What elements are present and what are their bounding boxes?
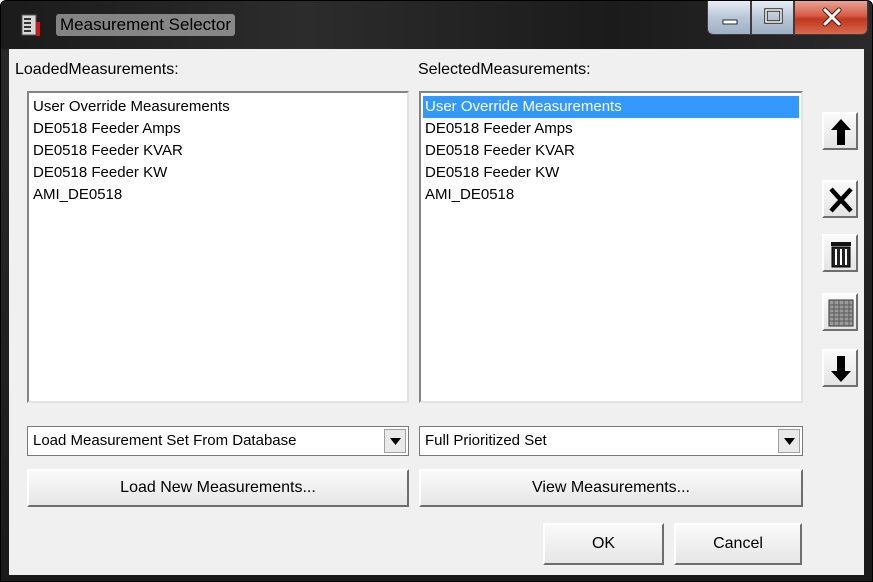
- title-bar[interactable]: Measurement Selector: [1, 1, 872, 49]
- remove-button[interactable]: [822, 180, 858, 218]
- dropdown-arrow-button[interactable]: [778, 429, 800, 453]
- loaded-measurements-label: LoadedMeasurements:: [15, 61, 179, 78]
- dropdown-arrow-button[interactable]: [384, 429, 406, 453]
- minimize-icon: [722, 19, 738, 25]
- selected-measurements-list[interactable]: User Override Measurements DE0518 Feeder …: [419, 91, 803, 403]
- chevron-down-icon: [784, 438, 795, 445]
- measurement-set-dropdown[interactable]: Full Prioritized Set: [419, 426, 803, 456]
- maximize-button[interactable]: [751, 1, 794, 35]
- list-item[interactable]: User Override Measurements: [31, 96, 405, 118]
- loaded-measurements-list[interactable]: User Override Measurements DE0518 Feeder …: [27, 91, 409, 403]
- load-source-value: Load Measurement Set From Database: [33, 432, 297, 449]
- load-new-measurements-button[interactable]: Load New Measurements...: [27, 469, 409, 507]
- view-measurements-button[interactable]: View Measurements...: [419, 469, 803, 507]
- ok-button[interactable]: OK: [543, 523, 664, 565]
- list-item[interactable]: DE0518 Feeder Amps: [31, 118, 405, 140]
- measurement-set-value: Full Prioritized Set: [425, 432, 547, 449]
- measurement-app-icon[interactable]: [21, 14, 41, 38]
- list-item[interactable]: DE0518 Feeder KW: [31, 162, 405, 184]
- arrow-up-icon: [831, 119, 851, 145]
- list-item[interactable]: AMI_DE0518: [423, 184, 799, 206]
- maximize-icon: [764, 8, 783, 24]
- list-item[interactable]: DE0518 Feeder KVAR: [31, 140, 405, 162]
- move-up-button[interactable]: [822, 112, 858, 150]
- minimize-button[interactable]: [707, 1, 751, 35]
- grid-button[interactable]: [822, 293, 858, 331]
- move-down-button[interactable]: [822, 349, 858, 387]
- list-item[interactable]: DE0518 Feeder Amps: [423, 118, 799, 140]
- delete-button[interactable]: [822, 234, 858, 272]
- grid-icon: [828, 299, 854, 327]
- list-item[interactable]: User Override Measurements: [423, 96, 799, 118]
- dialog-client-area: LoadedMeasurements: User Override Measur…: [9, 49, 864, 575]
- trash-icon: [831, 242, 851, 268]
- selected-measurements-label: SelectedMeasurements:: [418, 61, 591, 78]
- window-title: Measurement Selector: [56, 14, 236, 36]
- list-item[interactable]: AMI_DE0518: [31, 184, 405, 206]
- x-icon: [829, 187, 853, 213]
- load-source-dropdown[interactable]: Load Measurement Set From Database: [27, 426, 409, 456]
- measurement-selector-window: Measurement Selector LoadedMeasurements:…: [0, 0, 873, 582]
- list-item[interactable]: DE0518 Feeder KVAR: [423, 140, 799, 162]
- cancel-button[interactable]: Cancel: [674, 523, 802, 565]
- close-button[interactable]: [794, 1, 868, 35]
- arrow-down-icon: [831, 356, 851, 382]
- list-item[interactable]: DE0518 Feeder KW: [423, 162, 799, 184]
- close-icon: [822, 7, 842, 27]
- chevron-down-icon: [390, 438, 401, 445]
